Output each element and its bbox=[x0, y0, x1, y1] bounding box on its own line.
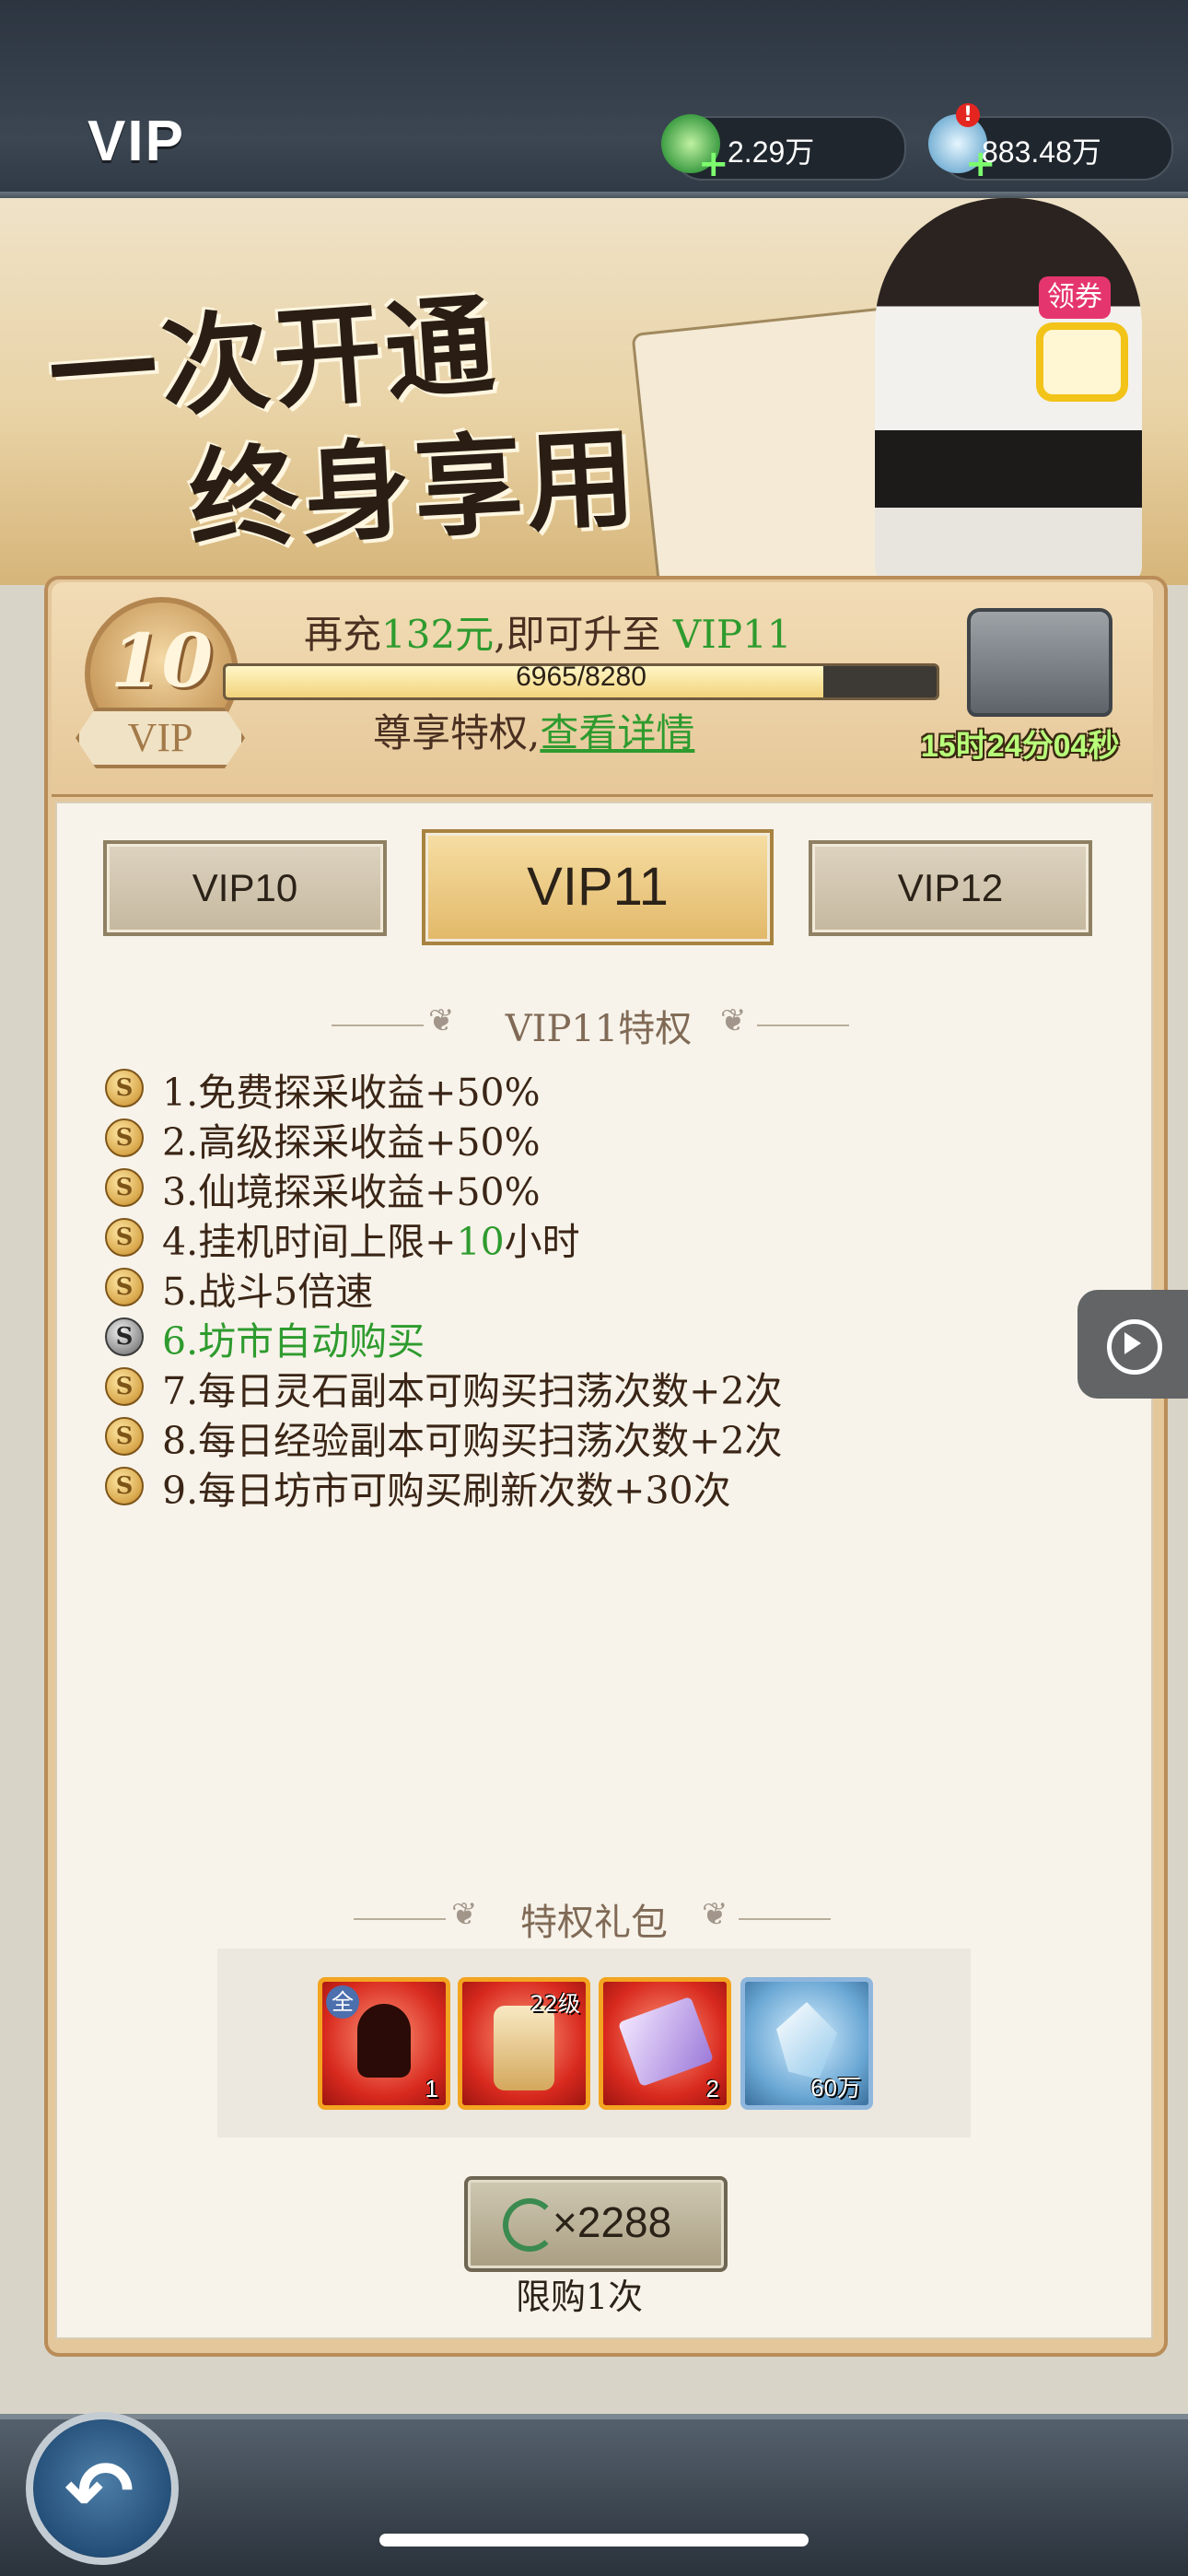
coin-icon: S bbox=[105, 1467, 144, 1505]
coin-icon: S bbox=[105, 1069, 144, 1107]
treasure-chest-icon[interactable] bbox=[967, 608, 1112, 717]
add-jade-coin-icon[interactable]: + bbox=[698, 146, 729, 182]
tab-vip12[interactable]: VIP12 bbox=[809, 840, 1092, 936]
jade-coin-value: 2.29万 bbox=[728, 135, 815, 169]
gift-divider-left bbox=[354, 1918, 446, 1920]
shadow-figure-icon bbox=[357, 2004, 411, 2078]
swirl-right-icon: ❦ bbox=[720, 1002, 747, 1039]
gift-item-shadow-figure[interactable]: 全 1 bbox=[318, 1977, 450, 2110]
view-details-link[interactable]: 查看详情 bbox=[540, 710, 694, 755]
gift-swirl-right-icon: ❦ bbox=[702, 1896, 728, 1933]
vip-level-number: 10 bbox=[110, 617, 214, 704]
coin-icon: S bbox=[105, 1367, 144, 1406]
recharge-prompt: 再充132元,即可升至 VIP11 bbox=[304, 612, 792, 657]
all-tag: 全 bbox=[326, 1985, 359, 2019]
notification-dot-icon: ! bbox=[956, 103, 980, 127]
crystal-icon bbox=[776, 2002, 837, 2079]
gift-swirl-left-icon: ❦ bbox=[451, 1896, 478, 1933]
privilege-line: 尊享特权,查看详情 bbox=[373, 710, 695, 755]
tab-vip10[interactable]: VIP10 bbox=[103, 840, 387, 936]
play-triangle bbox=[1124, 1332, 1141, 1354]
home-indicator[interactable] bbox=[379, 2534, 809, 2547]
perks-title: VIP11特权 bbox=[505, 1008, 693, 1050]
slogan-line-2: 终身享用 bbox=[186, 413, 642, 565]
spirit-stone-resource[interactable]: ! + 883.48万 bbox=[928, 103, 1173, 182]
scroll-icon bbox=[617, 1996, 715, 2088]
jade-coin-resource[interactable]: + 2.29万 bbox=[661, 114, 906, 182]
gift-item-crystal[interactable]: 60万 bbox=[740, 1977, 873, 2110]
gift-title: 特权礼包 bbox=[520, 1902, 668, 1944]
gift-item-robe[interactable]: 22级 bbox=[458, 1977, 590, 2110]
gift-item-scroll[interactable]: 2 bbox=[599, 1977, 731, 2110]
coin-icon: S bbox=[105, 1218, 144, 1257]
page-title: VIP bbox=[87, 110, 185, 173]
vip-badge-label: VIP bbox=[76, 708, 245, 768]
vip-progress-text: 6965/8280 bbox=[516, 662, 646, 692]
coin-icon: S bbox=[105, 1118, 144, 1157]
jade-coin-icon bbox=[503, 2198, 556, 2252]
swirl-left-icon: ❦ bbox=[428, 1002, 455, 1039]
gift-divider-right bbox=[739, 1918, 831, 1920]
coupon-badge[interactable]: 领券 bbox=[1039, 276, 1111, 319]
promo-banner: 一次开通 终身享用 bbox=[0, 198, 1188, 585]
coin-icon: S bbox=[105, 1268, 144, 1306]
robe-icon bbox=[494, 2006, 554, 2090]
spirit-stone-value: 883.48万 bbox=[982, 135, 1101, 169]
bottom-bar-divider bbox=[0, 2414, 1188, 2419]
silver-coin-icon: S bbox=[105, 1317, 144, 1356]
divider-right bbox=[757, 1025, 849, 1026]
coin-icon: S bbox=[105, 1417, 144, 1456]
next-vip-level: VIP11 bbox=[672, 612, 792, 657]
back-arrow-icon: ↶ bbox=[64, 2443, 134, 2540]
coin-icon: S bbox=[105, 1168, 144, 1207]
buy-price: ×2288 bbox=[553, 2198, 672, 2246]
recharge-amount: 132元 bbox=[381, 612, 495, 657]
countdown-timer: 15时24分04秒 bbox=[921, 729, 1120, 764]
divider-left bbox=[332, 1025, 424, 1026]
purchase-limit: 限购1次 bbox=[516, 2277, 644, 2317]
tab-vip11[interactable]: VIP11 bbox=[422, 829, 774, 945]
coupon-icon[interactable] bbox=[1036, 322, 1128, 402]
